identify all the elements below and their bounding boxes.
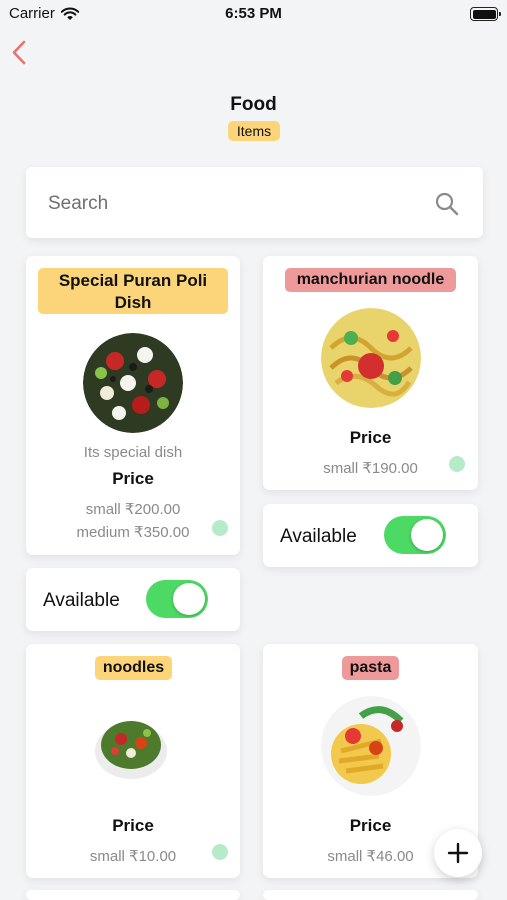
back-button[interactable] — [8, 38, 34, 68]
status-dot — [449, 456, 465, 472]
search-input[interactable] — [48, 191, 428, 217]
item-name-tag: manchurian noodle — [285, 268, 456, 292]
search-bar[interactable] — [26, 167, 483, 238]
availability-label: Available — [280, 526, 357, 547]
availability-label: Available — [43, 590, 120, 611]
food-card-partial[interactable] — [263, 890, 478, 900]
availability-toggle[interactable] — [146, 580, 208, 618]
food-image — [321, 696, 421, 796]
food-image — [83, 333, 183, 433]
status-time: 6:53 PM — [225, 5, 282, 22]
price-small: small ₹190.00 — [323, 460, 418, 477]
price-small: small ₹10.00 — [89, 848, 177, 865]
price-label: Price — [349, 428, 392, 447]
title-badge: Items — [228, 121, 280, 141]
back-chevron-icon — [12, 40, 26, 65]
food-card-partial[interactable] — [26, 890, 240, 900]
food-card-special-puran-poli[interactable]: Special Puran Poli Dish Its special dish… — [26, 256, 240, 555]
food-image — [95, 721, 167, 779]
item-name-tag: pasta — [342, 656, 399, 680]
price-label: Price — [112, 469, 154, 488]
battery-icon — [470, 7, 501, 21]
status-dot — [212, 844, 228, 860]
availability-card: Available — [26, 568, 240, 631]
price-medium: medium ₹350.00 — [76, 524, 190, 541]
page-title: Food — [230, 94, 277, 115]
item-description: Its special dish — [83, 444, 183, 461]
item-name-tag: noodles — [95, 656, 172, 680]
availability-toggle[interactable] — [384, 516, 446, 554]
status-bar: Carrier 6:53 PM — [0, 0, 507, 30]
add-item-button[interactable] — [434, 829, 482, 877]
food-image — [321, 308, 421, 408]
food-card-manchurian-noodle[interactable]: manchurian noodle Price small ₹190.00 — [263, 256, 478, 490]
food-card-noodles[interactable]: noodles Price small ₹10.00 — [26, 644, 240, 878]
toggle-knob — [411, 519, 443, 551]
toggle-knob — [173, 583, 205, 615]
availability-card: Available — [263, 504, 478, 567]
search-icon[interactable] — [434, 191, 460, 217]
plus-icon — [447, 842, 469, 864]
price-label: Price — [112, 816, 154, 835]
status-dot — [212, 520, 228, 536]
price-small: small ₹200.00 — [85, 501, 181, 518]
item-name-tag: Special Puran Poli Dish — [38, 268, 228, 314]
